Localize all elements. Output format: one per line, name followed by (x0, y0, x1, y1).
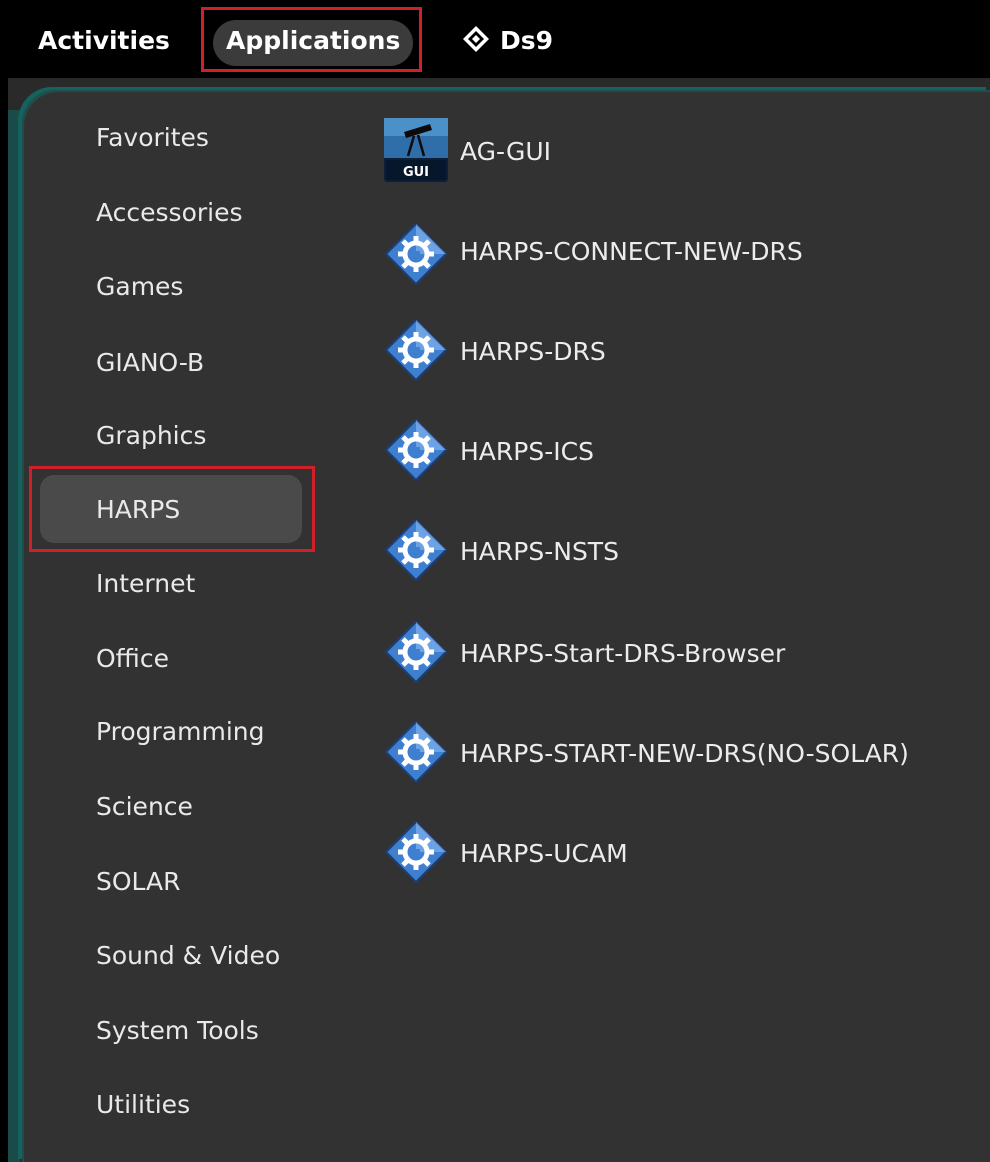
gear-diamond-icon (384, 620, 448, 684)
telescope-gui-icon: GUI (384, 118, 448, 182)
gear-diamond-icon (384, 720, 448, 784)
app-label: HARPS-CONNECT-NEW-DRS (460, 237, 803, 266)
category-science[interactable]: Science (96, 787, 193, 827)
app-label: HARPS-ICS (460, 437, 594, 466)
activities-button[interactable]: Activities (38, 20, 170, 62)
gear-diamond-icon (384, 222, 448, 286)
category-accessories[interactable]: Accessories (96, 193, 243, 233)
gear-diamond-icon (384, 318, 448, 382)
app-label: HARPS-DRS (460, 337, 606, 366)
app-label: HARPS-UCAM (460, 839, 628, 868)
panel-accent-strip (8, 110, 20, 1162)
category-solar[interactable]: SOLAR (96, 862, 181, 902)
app-label: HARPS-START-NEW-DRS(NO-SOLAR) (460, 739, 909, 768)
gear-diamond-icon (384, 820, 448, 884)
category-internet[interactable]: Internet (96, 564, 195, 604)
category-utilities[interactable]: Utilities (96, 1085, 190, 1125)
app-label: HARPS-Start-DRS-Browser (460, 639, 786, 668)
focused-app-name: Ds9 (500, 26, 554, 55)
gear-diamond-icon (384, 518, 448, 582)
app-label: HARPS-NSTS (460, 537, 619, 566)
gui-icon-text: GUI (403, 165, 429, 180)
category-graphics[interactable]: Graphics (96, 416, 206, 456)
category-harps[interactable]: HARPS (96, 490, 180, 530)
category-system-tools[interactable]: System Tools (96, 1011, 259, 1051)
gear-diamond-icon (384, 418, 448, 482)
category-sound-video[interactable]: Sound & Video (96, 936, 280, 976)
focused-app-indicator[interactable]: Ds9 (462, 20, 553, 62)
category-favorites[interactable]: Favorites (96, 118, 209, 158)
category-office[interactable]: Office (96, 639, 169, 679)
app-label: AG-GUI (460, 137, 552, 166)
applications-highlight-box (201, 7, 422, 72)
category-games[interactable]: Games (96, 267, 183, 307)
category-giano-b[interactable]: GIANO-B (96, 343, 204, 383)
category-programming[interactable]: Programming (96, 712, 265, 752)
diamond-app-icon (463, 26, 489, 52)
